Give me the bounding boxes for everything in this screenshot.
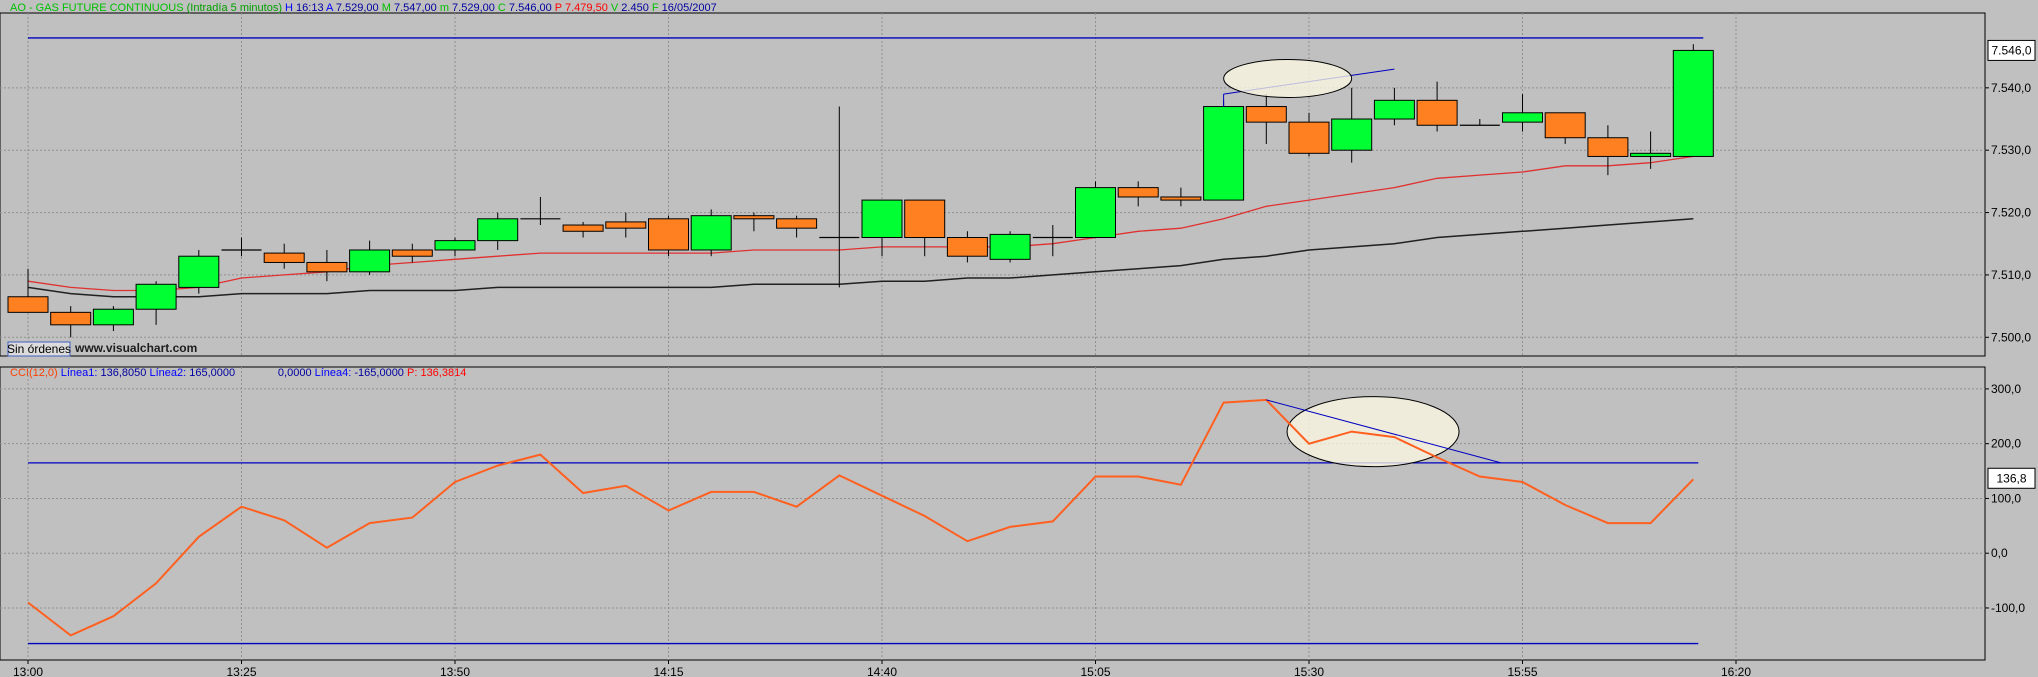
watermark: www.visualchart.com (74, 341, 197, 355)
y-tick-label: 7.530,0 (1991, 143, 2031, 157)
price-info-item: C (495, 2, 506, 14)
candle-bear (648, 218, 689, 251)
candle-bear (1587, 137, 1629, 157)
y-tick-label: 0,0 (1991, 546, 2008, 560)
price-info-item: 7.529,00 (333, 2, 379, 14)
price-info-item: 16:13 (293, 2, 324, 14)
indicator-info-item: Línea1: (58, 367, 98, 379)
indicator-info-text: CCI(12,0) Línea1: 136,8050 Línea2: 165,0… (10, 367, 466, 379)
cci-last-badge: 136,8 (1987, 467, 2036, 489)
price-info-item: 16/05/2007 (659, 2, 717, 14)
chart-canvas[interactable]: AO - GAS FUTURE CONTINUOUS (Intradía 5 m… (0, 0, 2038, 677)
indicator-info-item: 136,8050 (97, 367, 146, 379)
price-info-item: 7.547,00 (391, 2, 437, 14)
price-info-item: H (282, 2, 293, 14)
x-tick-label: 13:00 (13, 665, 43, 677)
price-info-item: 2.450 (618, 2, 649, 14)
y-tick-label: 100,0 (1991, 491, 2021, 505)
candle-bear (391, 249, 433, 257)
x-tick-label: 13:50 (440, 665, 470, 677)
y-tick-label: 7.510,0 (1991, 268, 2031, 282)
y-tick-label: 7.540,0 (1991, 81, 2031, 95)
orders-button-label: Sin órdenes (7, 342, 71, 356)
x-tick-label: 15:05 (1080, 665, 1110, 677)
candle-bull (1502, 112, 1543, 123)
candle-bull (1331, 118, 1373, 151)
candle-bear (562, 224, 604, 232)
candle-bull (1672, 49, 1714, 157)
candle-bear (7, 296, 49, 313)
candle-bear (1160, 196, 1202, 201)
candle-bear (946, 237, 988, 257)
candle-bull (135, 283, 177, 310)
price-info-item: F (649, 2, 659, 14)
indicator-info-item: 136,3814 (417, 367, 466, 379)
price-info-item: m (437, 2, 449, 14)
y-tick-label: 300,0 (1991, 382, 2021, 396)
candle-bear (306, 261, 348, 273)
y-tick-label: 7.520,0 (1991, 206, 2031, 220)
price-info-item: 7.529,00 (449, 2, 495, 14)
indicator-info-item: 0,0000 (275, 367, 312, 379)
price-info-item: (Intradía 5 minutos) (184, 2, 282, 14)
indicator-info-item: Línea4: (312, 367, 352, 379)
x-tick-label: 14:40 (867, 665, 897, 677)
price-info-item: M (379, 2, 391, 14)
candle-bear (50, 311, 92, 326)
candle-bear (1544, 112, 1586, 139)
chart-window: AO - GAS FUTURE CONTINUOUS (Intradía 5 m… (0, 0, 2038, 677)
y-tick-label: -100,0 (1991, 601, 2025, 615)
price-highlight-ellipse (1223, 58, 1353, 98)
candle-bull (434, 240, 476, 251)
price-last-badge: 7.546,0 (1987, 39, 2036, 61)
price-info-item: 7.479,50 (562, 2, 608, 14)
price-info-item: 7.546,00 (506, 2, 552, 14)
x-tick-label: 15:30 (1294, 665, 1324, 677)
price-info-bar: AO - GAS FUTURE CONTINUOUS (Intradía 5 m… (10, 2, 717, 14)
price-info-item: V (608, 2, 619, 14)
orders-button[interactable]: Sin órdenes (7, 341, 71, 357)
candle-bull (1373, 99, 1415, 120)
x-tick-label: 14:15 (653, 665, 683, 677)
candle-bull (1203, 106, 1245, 201)
y-tick-label: 7.500,0 (1991, 330, 2031, 344)
candle-bull (92, 308, 134, 326)
candle-bull (1630, 152, 1672, 157)
x-tick-label: 13:25 (226, 665, 256, 677)
indicator-info-item: Línea2: (146, 367, 186, 379)
indicator-info-item: CCI(12,0) (10, 367, 58, 379)
candle-bear (1288, 121, 1330, 154)
y-tick-label: 200,0 (1991, 437, 2021, 451)
indicator-info-item: -165,0000 (351, 367, 404, 379)
price-info-item: P (552, 2, 562, 14)
candle-bull (989, 233, 1031, 260)
price-last-badge-text: 7.546,0 (1991, 43, 2031, 57)
candle-bull (349, 249, 391, 273)
price-info-item: AO - GAS FUTURE CONTINUOUS (10, 2, 184, 14)
candle-bear (1117, 187, 1159, 198)
candle-bear (1245, 106, 1287, 123)
indicator-info-item: P: (404, 367, 417, 379)
price-info-text: AO - GAS FUTURE CONTINUOUS (Intradía 5 m… (10, 2, 717, 14)
x-tick-label: 16:20 (1721, 665, 1751, 677)
candle-bull (690, 215, 732, 251)
x-tick-label: 15:55 (1507, 665, 1537, 677)
candle-bull (861, 199, 903, 239)
candle-bull (477, 218, 519, 242)
oscillator-panel (0, 366, 1986, 661)
candle-bear (605, 221, 647, 229)
candle-bull (1075, 187, 1116, 239)
candle-bear (733, 215, 775, 220)
cci-last-badge-text: 136,8 (1996, 471, 2026, 485)
candle-bear (263, 252, 305, 263)
indicator-info-bar: CCI(12,0) Línea1: 136,8050 Línea2: 165,0… (10, 367, 466, 379)
candle-bear (1416, 99, 1458, 126)
indicator-info-item: 165,0000 (186, 367, 235, 379)
candle-bull (178, 255, 220, 288)
candle-bear (904, 199, 946, 239)
candle-bear (776, 218, 818, 229)
